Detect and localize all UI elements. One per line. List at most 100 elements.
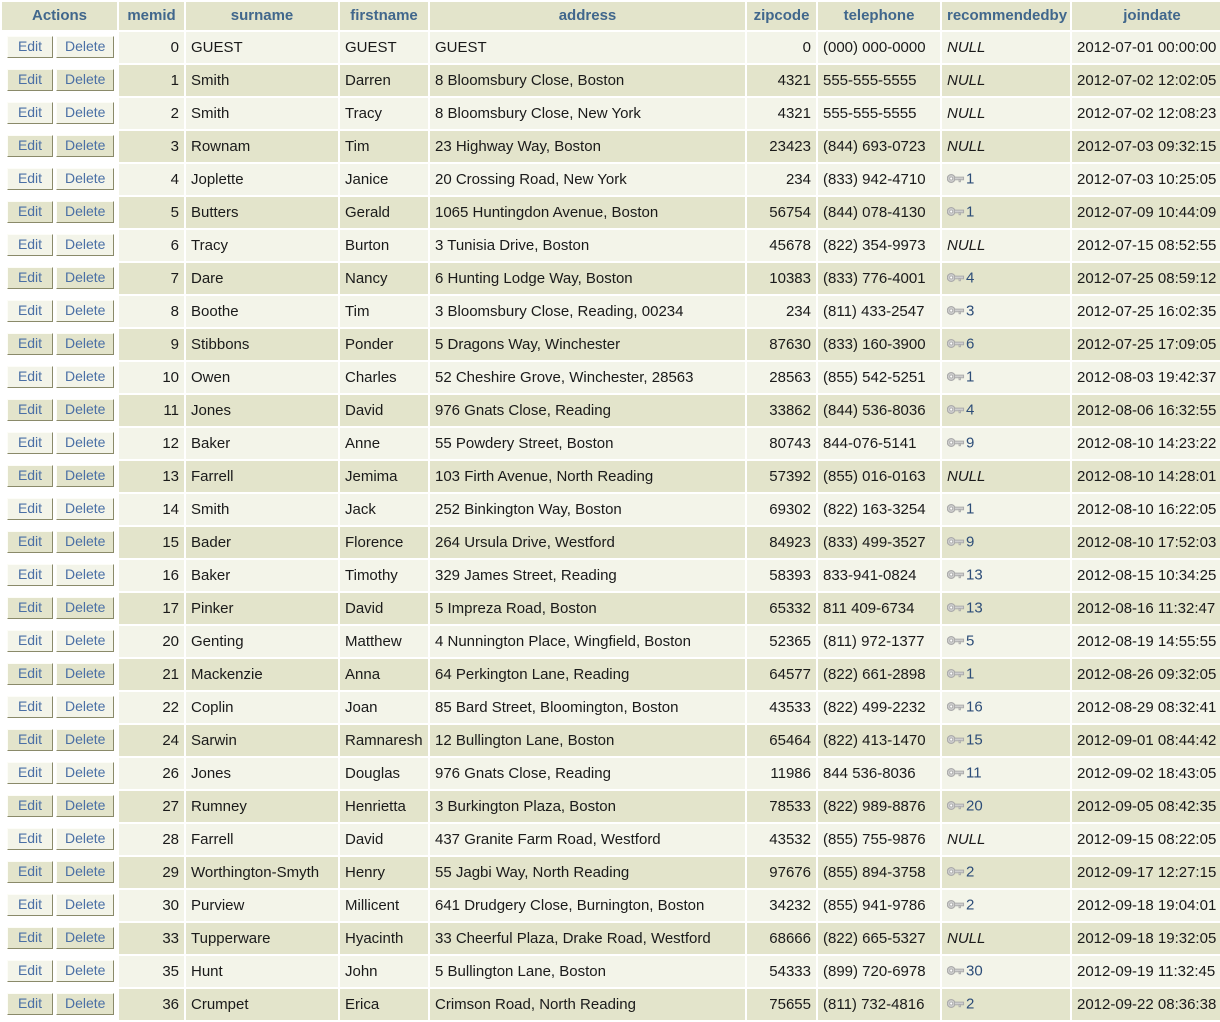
foreign-key-link[interactable]: 13 bbox=[966, 567, 983, 584]
edit-button[interactable]: Edit bbox=[7, 696, 53, 718]
foreign-key-link[interactable]: 30 bbox=[966, 963, 983, 980]
column-header-surname[interactable]: surname bbox=[186, 2, 338, 30]
foreign-key-link[interactable]: 6 bbox=[966, 336, 974, 353]
foreign-key-link[interactable]: 16 bbox=[966, 699, 983, 716]
edit-button[interactable]: Edit bbox=[7, 729, 53, 751]
delete-button[interactable]: Delete bbox=[56, 795, 115, 817]
edit-button[interactable]: Edit bbox=[7, 267, 53, 289]
key-icon bbox=[946, 599, 965, 613]
foreign-key-link[interactable]: 11 bbox=[966, 765, 982, 782]
foreign-key-link[interactable]: 1 bbox=[966, 666, 974, 683]
edit-button[interactable]: Edit bbox=[7, 531, 53, 553]
edit-button[interactable]: Edit bbox=[7, 201, 53, 223]
cell-firstname: Anne bbox=[340, 428, 428, 459]
edit-button[interactable]: Edit bbox=[7, 102, 53, 124]
cell-recommendedby: 30 bbox=[942, 956, 1070, 987]
foreign-key-link[interactable]: 15 bbox=[966, 732, 983, 749]
edit-button[interactable]: Edit bbox=[7, 234, 53, 256]
foreign-key-link[interactable]: 2 bbox=[966, 996, 974, 1013]
delete-button[interactable]: Delete bbox=[56, 300, 115, 322]
edit-button[interactable]: Edit bbox=[7, 795, 53, 817]
delete-button[interactable]: Delete bbox=[56, 69, 115, 91]
foreign-key-link[interactable]: 4 bbox=[966, 402, 974, 419]
delete-button[interactable]: Delete bbox=[56, 894, 115, 916]
column-header-recommendedby[interactable]: recommendedby bbox=[942, 2, 1070, 30]
delete-button[interactable]: Delete bbox=[56, 234, 115, 256]
delete-button[interactable]: Delete bbox=[56, 696, 115, 718]
edit-button[interactable]: Edit bbox=[7, 399, 53, 421]
foreign-key-link[interactable]: 1 bbox=[966, 171, 974, 188]
delete-button[interactable]: Delete bbox=[56, 597, 115, 619]
delete-button[interactable]: Delete bbox=[56, 333, 115, 355]
foreign-key-link[interactable]: 13 bbox=[966, 600, 983, 617]
delete-button[interactable]: Delete bbox=[56, 663, 115, 685]
delete-button[interactable]: Delete bbox=[56, 531, 115, 553]
edit-button[interactable]: Edit bbox=[7, 597, 53, 619]
edit-button[interactable]: Edit bbox=[7, 333, 53, 355]
delete-button[interactable]: Delete bbox=[56, 366, 115, 388]
foreign-key-link[interactable]: 9 bbox=[966, 534, 974, 551]
edit-button[interactable]: Edit bbox=[7, 366, 53, 388]
delete-button[interactable]: Delete bbox=[56, 960, 115, 982]
delete-button[interactable]: Delete bbox=[56, 267, 115, 289]
edit-button[interactable]: Edit bbox=[7, 894, 53, 916]
delete-button[interactable]: Delete bbox=[56, 498, 115, 520]
delete-button[interactable]: Delete bbox=[56, 102, 115, 124]
delete-button[interactable]: Delete bbox=[56, 135, 115, 157]
edit-button[interactable]: Edit bbox=[7, 168, 53, 190]
foreign-key-link[interactable]: 1 bbox=[966, 204, 974, 221]
column-header-telephone[interactable]: telephone bbox=[818, 2, 940, 30]
column-header-zipcode[interactable]: zipcode bbox=[747, 2, 816, 30]
edit-button[interactable]: Edit bbox=[7, 762, 53, 784]
foreign-key-link[interactable]: 1 bbox=[966, 369, 974, 386]
edit-button[interactable]: Edit bbox=[7, 861, 53, 883]
delete-button[interactable]: Delete bbox=[56, 201, 115, 223]
delete-button[interactable]: Delete bbox=[56, 36, 115, 58]
edit-button[interactable]: Edit bbox=[7, 300, 53, 322]
delete-button[interactable]: Delete bbox=[56, 762, 115, 784]
edit-button[interactable]: Edit bbox=[7, 993, 53, 1015]
edit-button[interactable]: Edit bbox=[7, 498, 53, 520]
column-header-memid[interactable]: memid bbox=[119, 2, 184, 30]
cell-telephone: 844 536-8036 bbox=[818, 758, 940, 789]
foreign-key-link[interactable]: 9 bbox=[966, 435, 974, 452]
delete-button[interactable]: Delete bbox=[56, 168, 115, 190]
delete-button[interactable]: Delete bbox=[56, 399, 115, 421]
delete-button[interactable]: Delete bbox=[56, 564, 115, 586]
edit-button[interactable]: Edit bbox=[7, 465, 53, 487]
delete-button[interactable]: Delete bbox=[56, 927, 115, 949]
column-header-joindate[interactable]: joindate bbox=[1072, 2, 1220, 30]
edit-button[interactable]: Edit bbox=[7, 828, 53, 850]
edit-button[interactable]: Edit bbox=[7, 960, 53, 982]
table-row: Edit Delete 1 Smith Darren 8 Bloomsbury Close… bbox=[2, 65, 1220, 96]
edit-button[interactable]: Edit bbox=[7, 36, 53, 58]
table-row: Edit Delete 24 Sarwin Ramnaresh 12 Bullington… bbox=[2, 725, 1220, 756]
foreign-key-link[interactable]: 4 bbox=[966, 270, 974, 287]
column-header-firstname[interactable]: firstname bbox=[340, 2, 428, 30]
foreign-key-link[interactable]: 20 bbox=[966, 798, 983, 815]
row-actions-cell: Edit Delete bbox=[2, 857, 117, 888]
delete-button[interactable]: Delete bbox=[56, 729, 115, 751]
delete-button[interactable]: Delete bbox=[56, 432, 115, 454]
foreign-key-link[interactable]: 1 bbox=[966, 501, 974, 518]
delete-button[interactable]: Delete bbox=[56, 861, 115, 883]
cell-telephone: (822) 354-9973 bbox=[818, 230, 940, 261]
foreign-key-link[interactable]: 2 bbox=[966, 897, 974, 914]
table-row: Edit Delete 5 Butters Gerald 1065 Huntingdon … bbox=[2, 197, 1220, 228]
column-header-address[interactable]: address bbox=[430, 2, 745, 30]
edit-button[interactable]: Edit bbox=[7, 564, 53, 586]
edit-button[interactable]: Edit bbox=[7, 432, 53, 454]
delete-button[interactable]: Delete bbox=[56, 828, 115, 850]
edit-button[interactable]: Edit bbox=[7, 69, 53, 91]
delete-button[interactable]: Delete bbox=[56, 630, 115, 652]
edit-button[interactable]: Edit bbox=[7, 135, 53, 157]
foreign-key-link[interactable]: 3 bbox=[966, 303, 974, 320]
foreign-key-link[interactable]: 5 bbox=[966, 633, 974, 650]
edit-button[interactable]: Edit bbox=[7, 927, 53, 949]
foreign-key-link[interactable]: 2 bbox=[966, 864, 974, 881]
delete-button[interactable]: Delete bbox=[56, 465, 115, 487]
edit-button[interactable]: Edit bbox=[7, 630, 53, 652]
delete-button[interactable]: Delete bbox=[56, 993, 115, 1015]
cell-zipcode: 97676 bbox=[747, 857, 816, 888]
edit-button[interactable]: Edit bbox=[7, 663, 53, 685]
